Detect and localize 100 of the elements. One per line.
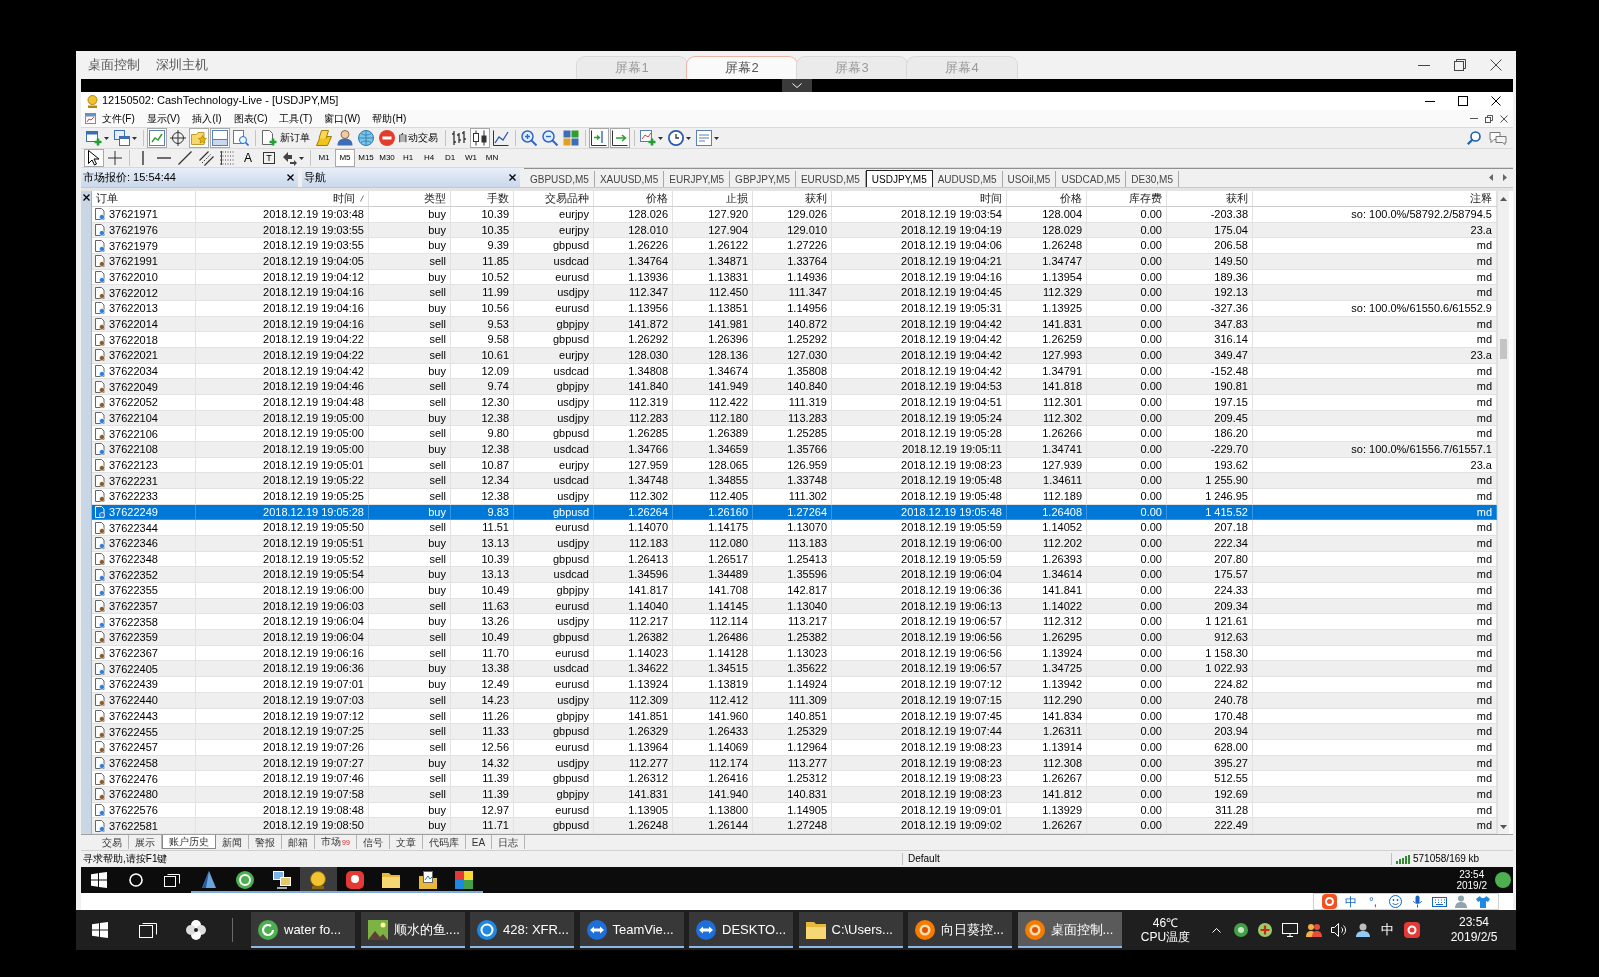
terminal-tab[interactable]: 日志 — [492, 835, 526, 849]
chart-tab[interactable]: USDJPY,M5 — [865, 170, 933, 187]
chevron-left-icon[interactable] — [1489, 174, 1493, 181]
input-mode[interactable]: 中 — [1345, 894, 1357, 909]
terminal-tab[interactable]: 文章 — [389, 835, 423, 849]
user-icon[interactable] — [1356, 923, 1371, 937]
chevron-up-icon[interactable] — [1500, 197, 1507, 201]
table-row[interactable]: 37622359 2018.12.19 19:06:04 sell 10.49 gbpusd 1.26382 1.26486 1.25382 2018.12.19 19:06:56 1.26295 0.00 912.63 md — [92, 630, 1497, 646]
toolbar-button[interactable] — [470, 128, 490, 148]
terminal-tab[interactable]: 邮箱 — [282, 835, 315, 849]
toolbar-button[interactable] — [449, 128, 469, 148]
smiley-icon[interactable] — [1388, 895, 1402, 908]
terminal-tab[interactable]: 交易 — [96, 835, 129, 849]
tool-button[interactable] — [217, 149, 237, 167]
chevron-right-icon[interactable] — [1503, 174, 1507, 181]
chat-icon[interactable] — [1489, 131, 1507, 145]
menu-item[interactable]: 文件(F) — [96, 110, 141, 127]
table-row[interactable]: 37622346 2018.12.19 19:05:51 buy 13.13 usdjpy 112.183 112.080 113.183 2018.12.19 19:06:00 112.202 0.00 222.34 md — [92, 536, 1497, 552]
tool-button[interactable]: A — [238, 149, 258, 167]
taskbar-app[interactable] — [300, 867, 337, 893]
timeframe-button[interactable]: M5 — [335, 149, 355, 167]
menu-item[interactable]: 窗口(W) — [318, 110, 367, 127]
search-icon[interactable] — [1467, 131, 1481, 145]
timeframe-button[interactable]: M15 — [356, 149, 376, 167]
column-header[interactable]: 获利 — [753, 191, 832, 206]
column-header[interactable]: 价格 — [1007, 191, 1087, 206]
column-header[interactable]: 类型 — [369, 191, 451, 206]
people-icon[interactable] — [1306, 923, 1323, 937]
taskbar-button[interactable]: 向日葵控... — [908, 912, 1012, 948]
close-button[interactable] — [509, 174, 516, 181]
toolbar-button[interactable] — [168, 128, 188, 148]
menu-item[interactable]: 帮助(H) — [366, 110, 413, 127]
monitor-icon[interactable] — [1281, 923, 1298, 937]
close-button[interactable] — [82, 194, 90, 201]
close-button[interactable] — [287, 174, 294, 181]
menu-item[interactable]: 工具(T) — [273, 110, 319, 127]
timeframe-button[interactable]: MN — [482, 149, 502, 167]
menu-item[interactable]: 显示(V) — [140, 110, 187, 127]
terminal-tab[interactable]: 代码库 — [422, 835, 466, 849]
circle-icon[interactable] — [1495, 872, 1511, 888]
collapse-button[interactable] — [782, 79, 812, 92]
timeframe-button[interactable]: W1 — [461, 149, 481, 167]
table-row[interactable]: 37622581 2018.12.19 19:08:50 buy 11.71 gbpusd 1.26248 1.26144 1.27248 2018.12.19 19:09:02 1.26267 0.00 222.49 md — [92, 818, 1497, 834]
person-icon[interactable] — [1455, 895, 1467, 908]
table-row[interactable]: 37622049 2018.12.19 19:04:46 sell 9.74 gbpjpy 141.840 141.949 140.840 2018.12.19 19:04:53 141.818 0.00 190.81 md — [92, 379, 1497, 396]
tool-button[interactable] — [84, 149, 104, 167]
taskbar-button[interactable]: 顺水的鱼.... — [360, 912, 465, 948]
column-header[interactable]: 时间 — [196, 191, 369, 206]
table-row[interactable]: 37622012 2018.12.19 19:04:16 sell 11.99 usdjpy 112.347 112.450 111.347 2018.12.19 19:04:45 112.329 0.00 192.13 md — [92, 285, 1497, 302]
taskbar-button[interactable]: 桌面控制... — [1017, 912, 1122, 948]
timeframe-button[interactable]: H4 — [419, 149, 439, 167]
microphone-icon[interactable] — [1412, 895, 1422, 908]
logo-icon[interactable] — [1404, 922, 1421, 938]
restore-button[interactable] — [1484, 113, 1494, 124]
column-header[interactable]: 订单 — [92, 191, 196, 206]
toolbar-button[interactable] — [666, 128, 693, 148]
taskbar-button[interactable]: water fo... — [251, 912, 355, 948]
shirt-icon[interactable] — [1476, 895, 1490, 908]
scrollbar-thumb[interactable] — [1500, 339, 1507, 359]
toolbar-button[interactable] — [589, 128, 609, 148]
taskbar-button[interactable]: C:\Users... — [798, 912, 903, 948]
punctuation-mode[interactable]: °, — [1368, 894, 1378, 909]
table-row[interactable]: 37621991 2018.12.19 19:04:05 sell 11.85 usdcad 1.34764 1.34871 1.33764 2018.12.19 19:04:21 1.34747 0.00 149.50 md — [92, 254, 1497, 270]
column-header[interactable]: 时间 — [832, 191, 1007, 206]
timeframe-button[interactable]: M1 — [314, 149, 334, 167]
table-row[interactable]: 37622405 2018.12.19 19:06:36 buy 13.38 usdcad 1.34622 1.34515 1.35622 2018.12.19 19:06:57 1.34725 0.00 1 022.93 md — [92, 661, 1497, 678]
column-header[interactable]: 获利 — [1167, 191, 1253, 206]
disc-icon[interactable] — [1233, 923, 1248, 937]
column-header[interactable]: 库存费 — [1087, 191, 1167, 206]
taskbar-button[interactable]: TeamVie... — [579, 912, 684, 948]
terminal-tab[interactable]: 警报 — [249, 835, 282, 849]
chevron-down-icon[interactable] — [1500, 825, 1507, 829]
chevron-up-icon[interactable] — [1211, 927, 1221, 933]
timeframe-button[interactable]: M30 — [377, 149, 397, 167]
timeframe-button[interactable]: D1 — [440, 149, 460, 167]
toolbar-button[interactable]: 自动交易 — [377, 128, 441, 148]
table-row[interactable]: 37622455 2018.12.19 19:07:25 sell 11.33 gbpusd 1.26329 1.26433 1.25329 2018.12.19 19:07:44 1.26311 0.00 203.94 md — [92, 724, 1497, 740]
table-row[interactable]: 37622233 2018.12.19 19:05:25 sell 12.38 usdjpy 112.302 112.405 111.302 2018.12.19 19:05:48 112.189 0.00 1 246.95 md — [92, 489, 1497, 505]
terminal-tab[interactable]: 新闻 — [216, 835, 249, 849]
close-button[interactable] — [1499, 113, 1509, 124]
terminal-tab[interactable]: 账户历史 — [162, 835, 216, 849]
column-header[interactable]: 交易品种 — [514, 191, 594, 206]
column-header[interactable]: 止损 — [673, 191, 753, 206]
menu-item[interactable]: 插入(I) — [186, 110, 228, 127]
keyboard-icon[interactable] — [1431, 896, 1447, 907]
tool-button[interactable]: T — [259, 149, 279, 167]
table-row[interactable]: 37622108 2018.12.19 19:05:00 buy 12.38 usdcad 1.34766 1.34659 1.35766 2018.12.19 19:05:11 1.34741 0.00 -229.70 so: 100.0%/61556.7/61557.1 — [92, 442, 1497, 458]
scrollbar[interactable] — [1497, 191, 1509, 834]
taskbar-button[interactable]: DESKTO... — [689, 912, 793, 948]
toolbar-button[interactable] — [610, 128, 630, 148]
column-header[interactable]: 价格 — [594, 191, 673, 206]
plus-disc-icon[interactable] — [1258, 923, 1273, 937]
table-row[interactable]: 37622231 2018.12.19 19:05:22 sell 12.34 usdcad 1.34748 1.34855 1.33748 2018.12.19 19:05:48 1.34611 0.00 1 255.90 md — [92, 473, 1497, 490]
terminal-tab[interactable]: EA — [465, 835, 493, 849]
menu-item[interactable]: 图表(C) — [227, 110, 274, 127]
screen-tab[interactable]: 屏幕2 — [686, 56, 798, 79]
speaker-icon[interactable] — [1330, 923, 1347, 937]
terminal-tab[interactable]: 信号 — [356, 835, 390, 849]
input-mode[interactable]: 中 — [1381, 922, 1395, 938]
table-row[interactable]: 37622352 2018.12.19 19:05:54 buy 13.13 usdcad 1.34596 1.34489 1.35596 2018.12.19 19:06:04 1.34614 0.00 175.57 md — [92, 567, 1497, 584]
